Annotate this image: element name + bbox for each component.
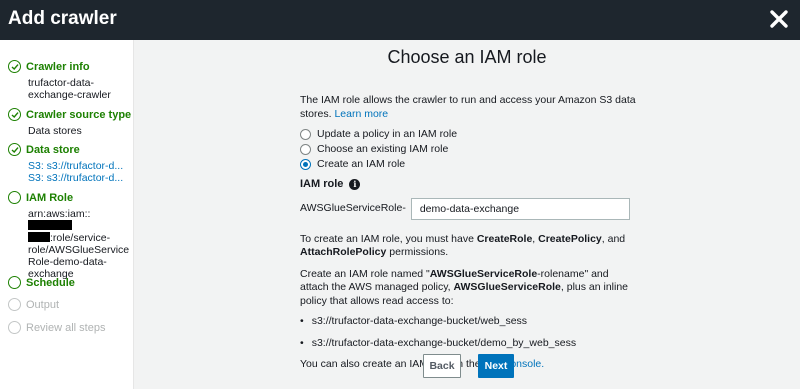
text-bold: CreatePolicy	[538, 232, 602, 245]
text-bold: AWSGlueServiceRole	[429, 267, 538, 280]
step-circle-icon	[8, 298, 21, 311]
role-name-input[interactable]	[410, 197, 630, 220]
step-detail: exchange-crawler	[28, 89, 111, 101]
role-prefix: AWSGlueServiceRole-	[300, 201, 406, 214]
iam-role-label-row: IAM role i	[300, 178, 640, 192]
text-span: To create an IAM role, you must have	[300, 232, 477, 245]
redacted-block	[28, 220, 72, 230]
text-span: Create an IAM role named "	[300, 267, 430, 280]
step-detail: role/AWSGlueService	[28, 244, 130, 256]
radio-existing-role[interactable]	[300, 144, 311, 155]
next-button[interactable]: Next	[478, 354, 514, 378]
list-item: s3://trufactor-data-exchange-bucket/demo…	[300, 337, 640, 351]
step-detail: trufactor-data-	[28, 77, 94, 89]
option-label: Choose an existing IAM role	[317, 142, 449, 155]
redacted-block	[28, 232, 50, 242]
step-data-store[interactable]: Data store S3: s3://trufactor-d... S3: s…	[8, 143, 134, 184]
check-circle-icon	[8, 143, 21, 156]
step-schedule[interactable]: Schedule	[8, 276, 134, 289]
text-bold: CreateRole	[476, 232, 533, 245]
list-item: s3://trufactor-data-exchange-bucket/web_…	[300, 315, 640, 329]
step-review: Review all steps	[8, 321, 134, 334]
step-detail: Data stores	[28, 125, 82, 137]
step-circle-icon	[8, 276, 21, 289]
step-iam-role[interactable]: IAM Role arn:aws:iam:: :role/service- ro…	[8, 191, 134, 280]
step-label: Data store	[26, 143, 80, 156]
intro-text: The IAM role allows the crawler to run a…	[300, 94, 640, 121]
create-role-text: Create an IAM role named "AWSGlueService…	[300, 268, 640, 309]
step-detail: arn:aws:iam::	[28, 208, 91, 220]
option-create-role[interactable]: Create an IAM role	[300, 157, 640, 172]
step-detail: Role-demo-data-	[28, 256, 107, 268]
step-circle-icon	[8, 321, 21, 334]
iam-role-form: The IAM role allows the crawler to run a…	[300, 94, 640, 372]
back-button[interactable]: Back	[423, 354, 461, 378]
text-span: permissions.	[386, 246, 449, 258]
step-label: Review all steps	[26, 321, 106, 334]
step-label: IAM Role	[26, 191, 74, 204]
step-circle-icon	[8, 191, 21, 204]
radio-create-role[interactable]	[300, 159, 311, 170]
learn-more-link[interactable]: Learn more	[334, 108, 388, 120]
radio-update-policy[interactable]	[300, 129, 311, 140]
permissions-text: To create an IAM role, you must have Cre…	[300, 233, 640, 260]
step-detail: :role/service-	[50, 232, 111, 244]
step-label: Schedule	[26, 276, 75, 289]
s3-paths-list: s3://trufactor-data-exchange-bucket/web_…	[300, 315, 640, 350]
option-update-policy[interactable]: Update a policy in an IAM role	[300, 127, 640, 142]
text-bold: AWSGlueServiceRole	[453, 281, 561, 293]
step-crawler-info[interactable]: Crawler info trufactor-data- exchange-cr…	[8, 60, 134, 101]
step-label: Crawler source type	[26, 108, 132, 121]
step-label: Crawler info	[26, 60, 90, 73]
step-crawler-source-type[interactable]: Crawler source type Data stores	[8, 108, 134, 137]
main-panel: Choose an IAM role The IAM role allows t…	[134, 40, 800, 389]
modal-title: Add crawler	[8, 8, 117, 29]
text-span: , and	[601, 232, 626, 245]
page-title: Choose an IAM role	[387, 47, 547, 67]
close-icon[interactable]	[768, 8, 790, 30]
step-detail: S3: s3://trufactor-d...	[28, 160, 124, 172]
option-label: Update a policy in an IAM role	[317, 127, 458, 140]
modal-header: Add crawler	[0, 0, 800, 40]
info-icon[interactable]: i	[349, 179, 361, 191]
option-label: Create an IAM role	[317, 157, 406, 170]
step-detail: S3: s3://trufactor-d...	[28, 172, 124, 184]
check-circle-icon	[8, 60, 21, 73]
step-label: Output	[26, 298, 60, 311]
text-bold: AttachRolePolicy	[300, 246, 387, 258]
check-circle-icon	[8, 108, 21, 121]
iam-role-label: IAM role	[300, 178, 344, 190]
option-existing-role[interactable]: Choose an existing IAM role	[300, 142, 640, 157]
role-name-row: AWSGlueServiceRole-	[300, 197, 640, 220]
step-output: Output	[8, 298, 134, 311]
steps-sidebar: Crawler info trufactor-data- exchange-cr…	[0, 40, 134, 389]
console-text: You can also create an IAM role on the I…	[300, 358, 640, 372]
